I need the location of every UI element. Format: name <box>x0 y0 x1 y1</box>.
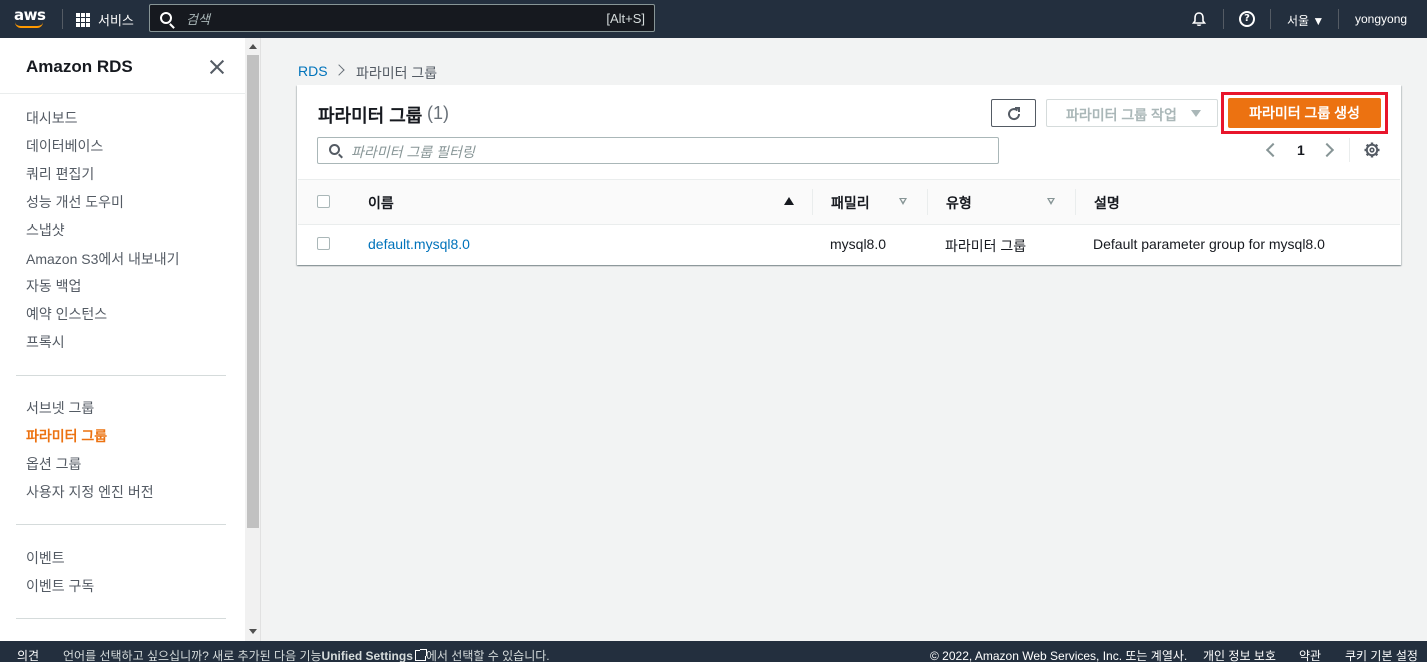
sidebar-item-events[interactable]: 이벤트 <box>26 548 65 568</box>
sidebar-item-snapshots[interactable]: 스냅샷 <box>26 220 65 240</box>
gear-icon[interactable] <box>1364 142 1380 158</box>
terms-link[interactable]: 약관 <box>1299 647 1321 662</box>
sidebar-divider <box>16 375 226 376</box>
item-count: (1) <box>427 103 449 123</box>
sidebar-item-performance-insights[interactable]: 성능 개선 도우미 <box>26 192 124 212</box>
sidebar-item-parameter-groups[interactable]: 파라미터 그룹 <box>26 426 107 446</box>
sort-icon[interactable] <box>899 198 907 205</box>
column-header-type[interactable]: 유형 <box>946 193 972 213</box>
column-divider <box>812 189 813 215</box>
nav-divider <box>1270 9 1271 29</box>
language-message: 언어를 선택하고 싶으십니까? 새로 추가된 다음 기능Unified Sett… <box>63 647 550 662</box>
refresh-icon <box>1008 107 1021 121</box>
nav-divider <box>62 9 63 29</box>
breadcrumb-current: 파라미터 그룹 <box>356 65 438 81</box>
sidebar-item-custom-engine-versions[interactable]: 사용자 지정 엔진 버전 <box>26 482 154 502</box>
console-footer: 의견 언어를 선택하고 싶으십니까? 새로 추가된 다음 기능Unified S… <box>0 641 1427 662</box>
copyright-text: © 2022, Amazon Web Services, Inc. 또는 계열사… <box>930 649 1188 662</box>
pagination-divider <box>1349 138 1350 162</box>
parameter-group-name-link[interactable]: default.mysql8.0 <box>368 236 470 252</box>
external-link-icon <box>414 649 427 661</box>
scroll-up-arrow-icon[interactable] <box>249 44 257 49</box>
nav-divider <box>1223 9 1224 29</box>
sidebar-item-subnet-groups[interactable]: 서브넷 그룹 <box>26 398 94 418</box>
pagination-page-number[interactable]: 1 <box>1297 142 1305 158</box>
sidebar-divider <box>0 93 245 94</box>
refresh-button[interactable] <box>991 99 1036 127</box>
unified-settings-link[interactable]: Unified Settings <box>322 649 413 662</box>
parameter-group-description: Default parameter group for mysql8.0 <box>1093 236 1325 252</box>
sidebar-item-option-groups[interactable]: 옵션 그룹 <box>26 454 81 474</box>
page-title: 파라미터 그룹 <box>318 106 423 126</box>
services-menu-button[interactable]: 서비스 <box>76 10 134 29</box>
breadcrumb-rds-link[interactable]: RDS <box>298 63 328 79</box>
services-label: 서비스 <box>98 13 134 28</box>
side-navigation: Amazon RDS 대시보드 데이터베이스 쿼리 편집기 성능 개선 도우미 … <box>0 38 245 641</box>
bell-icon[interactable] <box>1191 11 1207 27</box>
sort-icon[interactable] <box>1047 198 1055 205</box>
caret-down-icon <box>1191 110 1201 117</box>
search-shortcut-hint: [Alt+S] <box>606 10 645 26</box>
search-icon <box>160 12 172 24</box>
chevron-right-icon <box>333 64 345 76</box>
aws-smile-icon <box>15 22 43 28</box>
parameter-group-actions-dropdown[interactable]: 파라미터 그룹 작업 <box>1046 99 1218 127</box>
sort-ascending-icon[interactable] <box>784 197 794 205</box>
global-search-placeholder: 검색 <box>186 11 210 27</box>
parameter-group-family: mysql8.0 <box>830 236 887 252</box>
column-header-name[interactable]: 이름 <box>368 193 394 213</box>
close-icon[interactable] <box>209 59 225 75</box>
grid-icon <box>76 12 90 27</box>
cookie-preferences-link[interactable]: 쿠키 기본 설정 <box>1345 647 1418 662</box>
language-message-prefix: 언어를 선택하고 싶으십니까? 새로 추가된 다음 기능 <box>63 649 322 662</box>
privacy-link[interactable]: 개인 정보 보호 <box>1203 647 1276 662</box>
sidebar-item-s3-exports[interactable]: Amazon S3에서 내보내기 <box>26 249 180 269</box>
scroll-down-arrow-icon[interactable] <box>249 629 257 634</box>
parameter-group-type: 파라미터 그룹 <box>945 238 1027 254</box>
search-icon <box>329 144 340 155</box>
global-search-input[interactable]: 검색 [Alt+S] <box>149 4 655 32</box>
row-checkbox[interactable] <box>317 237 330 250</box>
column-divider <box>1075 189 1076 215</box>
select-all-checkbox[interactable] <box>317 195 330 208</box>
sidebar-divider <box>16 524 226 525</box>
sidebar-item-event-subscriptions[interactable]: 이벤트 구독 <box>26 576 94 596</box>
actions-label: 파라미터 그룹 작업 <box>1066 107 1177 123</box>
language-message-suffix: 에서 선택할 수 있습니다. <box>425 649 550 662</box>
sidebar-item-automated-backups[interactable]: 자동 백업 <box>26 276 81 296</box>
sidebar-item-proxies[interactable]: 프록시 <box>26 332 65 352</box>
sidebar-item-databases[interactable]: 데이터베이스 <box>26 136 103 156</box>
aws-logo[interactable]: aws <box>14 6 46 32</box>
sidebar-item-dashboard[interactable]: 대시보드 <box>26 108 78 128</box>
region-selector[interactable]: 서울 ▼ <box>1287 12 1324 29</box>
nav-divider <box>1338 9 1339 29</box>
account-menu[interactable]: yongyong <box>1355 12 1407 26</box>
sidebar-item-reserved-instances[interactable]: 예약 인스턴스 <box>26 304 107 324</box>
column-header-family[interactable]: 패밀리 <box>831 193 870 213</box>
create-parameter-group-button[interactable]: 파라미터 그룹 생성 <box>1228 98 1381 128</box>
top-navigation: aws 서비스 검색 [Alt+S] ? 서울 ▼ yongyong <box>0 0 1427 38</box>
feedback-link[interactable]: 의견 <box>17 647 39 662</box>
column-divider <box>927 189 928 215</box>
sidebar-divider <box>16 618 226 619</box>
sidebar-title: Amazon RDS <box>26 57 133 76</box>
filter-placeholder: 파라미터 그룹 필터링 <box>351 144 475 160</box>
parameter-group-filter-input[interactable]: 파라미터 그룹 필터링 <box>317 137 999 164</box>
help-icon[interactable]: ? <box>1239 11 1255 27</box>
sidebar-item-query-editor[interactable]: 쿼리 편집기 <box>26 164 94 184</box>
sidebar-scrollbar-thumb[interactable] <box>247 55 259 528</box>
column-header-description[interactable]: 설명 <box>1094 193 1120 213</box>
